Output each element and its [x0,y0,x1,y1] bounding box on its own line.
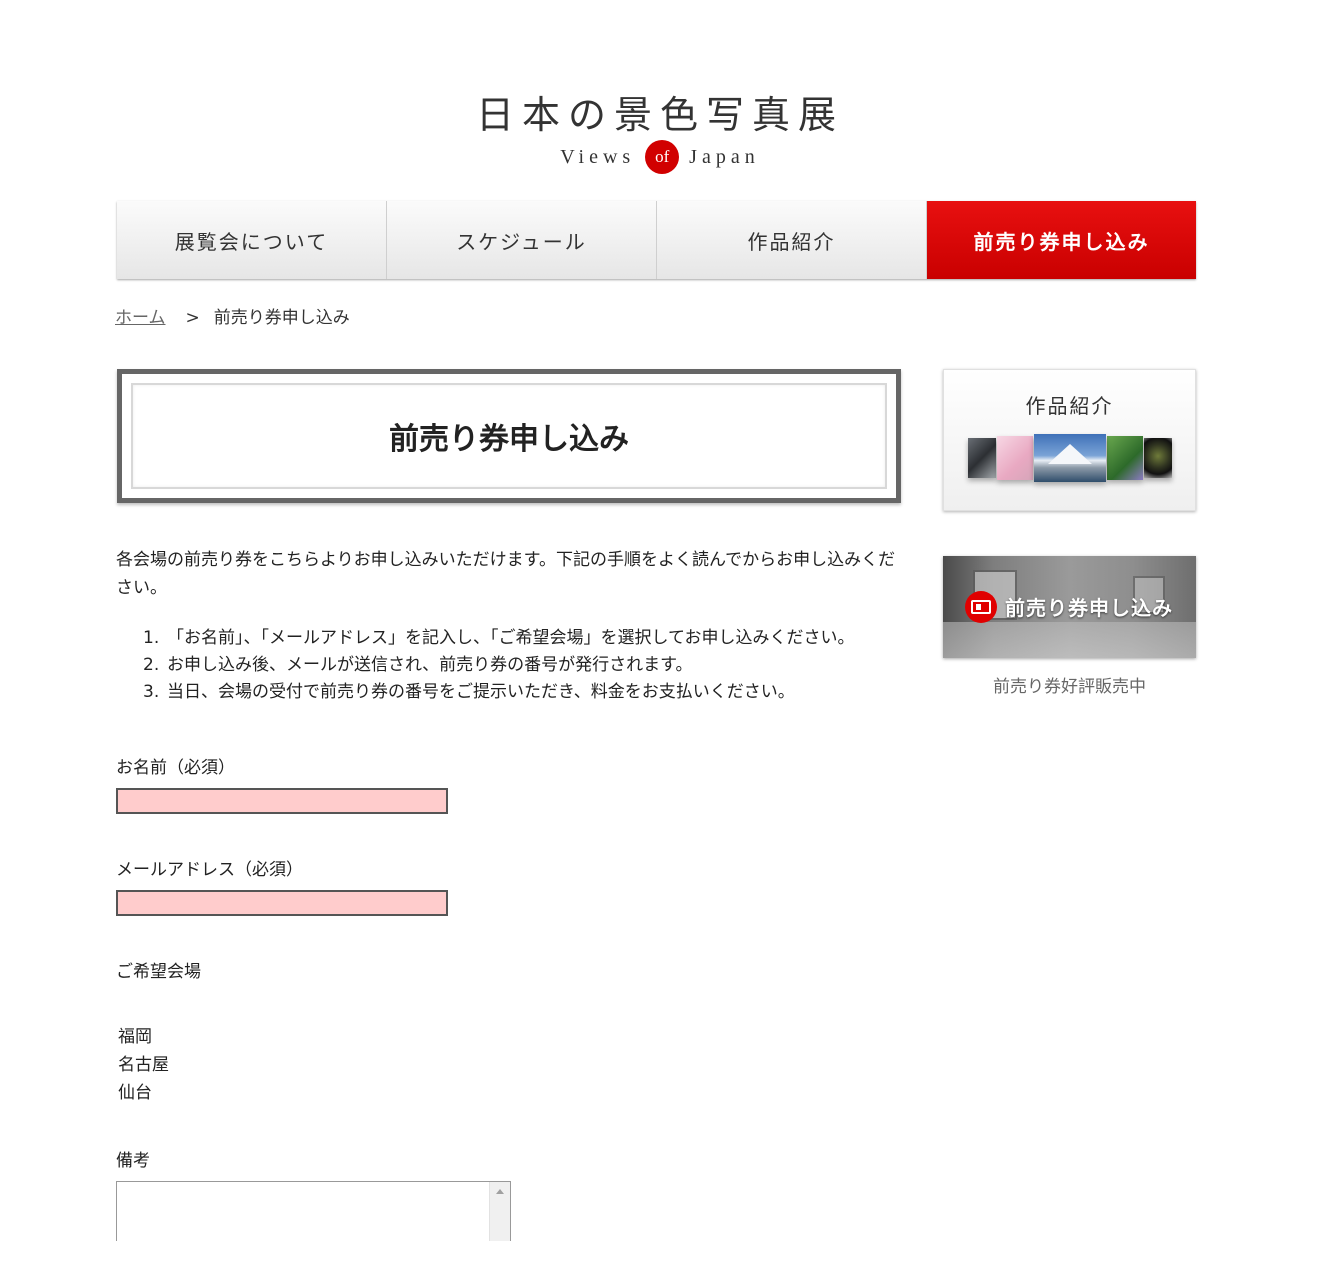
venue-option-fukuoka[interactable]: 福岡 [118,1022,152,1047]
gallery-floor [943,622,1196,658]
nav-item-works[interactable]: 作品紹介 [657,201,927,279]
site-logo-subtitle: Views of Japan [0,140,1320,174]
venue-option-sendai[interactable]: 仙台 [118,1078,152,1103]
step-text: 当日、会場の受付で前売り券の番号をご提示いただき、料金をお支払いください。 [167,682,795,702]
breadcrumb-separator: > [185,308,200,328]
name-label: お名前（必須） [116,758,235,778]
mountain-shape [1048,444,1092,464]
works-thumbnail [997,436,1033,480]
step-number: 1. [143,628,160,648]
nav-item-tickets[interactable]: 前売り券申し込み [927,201,1196,279]
step-item: 1. 「お名前」、「メールアドレス」を記入し、「ご希望会場」を選択してお申し込み… [143,625,903,652]
step-item: 2. お申し込み後、メールが送信され、前売り券の番号が発行されます。 [143,652,903,679]
venue-label: ご希望会場 [116,962,201,982]
works-thumbnail [1144,438,1172,478]
steps-list: 1. 「お名前」、「メールアドレス」を記入し、「ご希望会場」を選択してお申し込み… [143,625,903,706]
works-thumbnail-fuji [1034,434,1106,482]
notes-scrollbar[interactable] [489,1182,510,1241]
name-input[interactable] [116,788,448,814]
step-text: 「お名前」、「メールアドレス」を記入し、「ご希望会場」を選択してお申し込みくださ… [167,628,855,648]
logo-sub-views: Views [560,145,636,168]
breadcrumb-current: 前売り券申し込み [213,308,350,328]
breadcrumb-home-link[interactable]: ホーム [115,308,166,328]
sidebar-ticket-caption: 前売り券好評販売中 [993,677,1146,697]
step-number: 3. [143,682,160,702]
sidebar-ticket-banner[interactable]: 前売り券申し込み [943,556,1196,658]
sidebar-ticket-label: 前売り券申し込み [1005,596,1173,620]
sidebar-works-title: 作品紹介 [1025,394,1114,418]
email-input[interactable] [116,890,448,916]
venue-option-nagoya[interactable]: 名古屋 [118,1050,169,1075]
nav-item-about[interactable]: 展覧会について [117,201,387,279]
sidebar-works-banner[interactable]: 作品紹介 [943,369,1196,511]
works-thumbnail [1107,436,1143,480]
intro-text: 各会場の前売り券をこちらよりお申し込みいただけます。下記の手順をよく読んでからお… [116,550,896,598]
email-label: メールアドレス（必須） [116,860,303,880]
notes-textarea-wrap [116,1181,511,1241]
notes-label: 備考 [116,1151,150,1171]
site-logo-title[interactable]: 日本の景色写真展 [0,84,1320,139]
step-number: 2. [143,655,160,675]
ticket-icon [965,591,997,623]
logo-sub-japan: Japan [689,145,760,168]
page: 日本の景色写真展 Views of Japan 展覧会について スケジュール 作… [0,0,1320,1272]
ticket-shape [971,600,991,614]
page-title: 前売り券申し込み [131,383,887,489]
step-text: お申し込み後、メールが送信され、前売り券の番号が発行されます。 [167,655,693,675]
page-title-frame: 前売り券申し込み [117,369,901,503]
logo-of-badge: of [645,140,680,174]
step-item: 3. 当日、会場の受付で前売り券の番号をご提示いただき、料金をお支払いください。 [143,679,903,706]
nav-item-schedule[interactable]: スケジュール [387,201,657,279]
notes-textarea[interactable] [117,1182,494,1241]
works-thumbnail [968,438,996,478]
breadcrumb: ホーム > 前売り券申し込み [115,303,350,328]
main-nav: 展覧会について スケジュール 作品紹介 前売り券申し込み [117,201,1196,279]
scroll-up-arrow-icon[interactable] [496,1189,504,1194]
